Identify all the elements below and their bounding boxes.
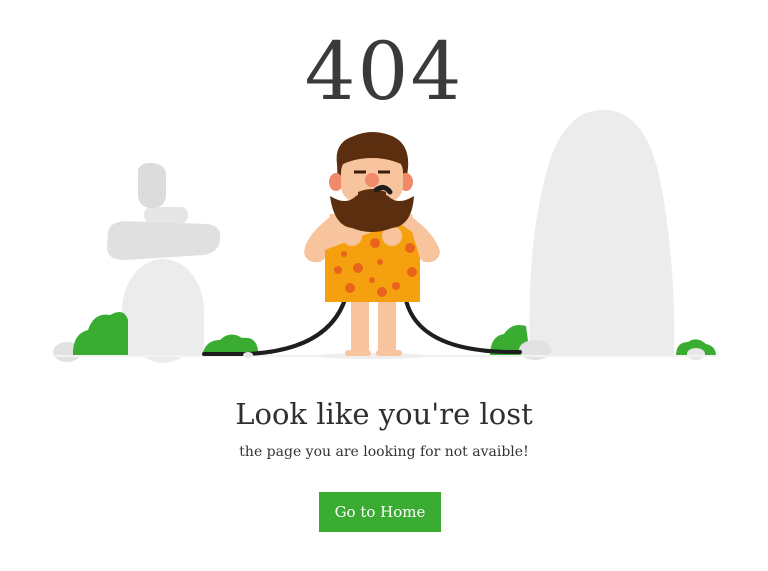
- lost-subtext: the page you are looking for not avaible…: [239, 444, 529, 460]
- caveman-head: [329, 132, 414, 232]
- caveman-illustration: [53, 109, 718, 363]
- caveman-legs: [345, 298, 402, 356]
- bush-left: [72, 311, 128, 356]
- pebble-right: [687, 348, 705, 360]
- lost-headline: Look like you're lost: [235, 397, 533, 431]
- go-to-home-button[interactable]: Go to Home: [319, 492, 441, 532]
- rock-right: [529, 109, 675, 356]
- error-page: 404 Look like you're lost the page you a…: [0, 0, 768, 571]
- caveman-shadow: [314, 353, 430, 359]
